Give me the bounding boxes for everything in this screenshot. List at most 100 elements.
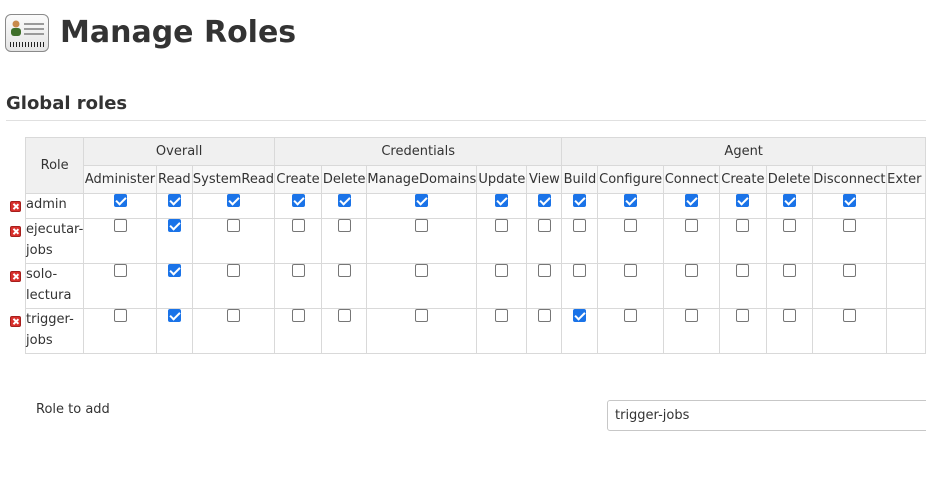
permission-cell — [83, 308, 157, 354]
permission-cell — [597, 193, 664, 219]
permission-cell — [321, 308, 368, 354]
remove-role-icon[interactable] — [10, 316, 21, 327]
permission-cell — [191, 263, 276, 309]
permission-checkbox[interactable] — [495, 219, 509, 232]
permission-cell — [719, 308, 767, 354]
permission-checkbox[interactable] — [782, 194, 796, 207]
permission-cell — [811, 193, 888, 219]
permission-checkbox[interactable] — [167, 194, 181, 207]
permission-checkbox[interactable] — [495, 194, 509, 207]
permission-checkbox[interactable] — [415, 194, 429, 207]
remove-role-icon[interactable] — [10, 271, 21, 282]
permission-checkbox[interactable] — [537, 309, 551, 322]
permission-checkbox[interactable] — [685, 219, 699, 232]
permission-checkbox[interactable] — [337, 264, 351, 277]
permission-cell — [476, 308, 528, 354]
permission-checkbox[interactable] — [573, 194, 587, 207]
permission-checkbox[interactable] — [415, 219, 429, 232]
permission-checkbox[interactable] — [291, 219, 305, 232]
permission-cell — [886, 263, 926, 309]
permission-header: Disconnect — [811, 165, 888, 194]
permission-checkbox[interactable] — [113, 309, 127, 322]
permission-checkbox[interactable] — [226, 309, 240, 322]
permission-checkbox[interactable] — [736, 219, 750, 232]
permission-checkbox[interactable] — [736, 264, 750, 277]
page-header: Manage Roles — [5, 10, 296, 56]
permission-checkbox[interactable] — [167, 264, 181, 277]
permission-cell — [83, 263, 157, 309]
permission-group-credentials: Credentials — [274, 137, 563, 166]
permission-cell — [886, 193, 926, 219]
permission-checkbox[interactable] — [226, 264, 240, 277]
permission-cell — [321, 193, 368, 219]
permission-checkbox[interactable] — [685, 194, 699, 207]
permission-cell — [719, 193, 767, 219]
permission-cell — [155, 218, 193, 264]
permission-checkbox[interactable] — [685, 309, 699, 322]
permission-checkbox[interactable] — [537, 194, 551, 207]
permission-checkbox[interactable] — [782, 309, 796, 322]
permission-cell — [811, 263, 888, 309]
permission-header: Create — [274, 165, 323, 194]
permission-checkbox[interactable] — [842, 309, 856, 322]
permission-cell — [274, 263, 323, 309]
permission-checkbox[interactable] — [736, 309, 750, 322]
permission-header: Update — [476, 165, 528, 194]
role-to-add-input[interactable] — [607, 400, 926, 431]
permission-cell — [561, 193, 599, 219]
person-icon — [11, 20, 21, 36]
page-title: Manage Roles — [60, 15, 297, 50]
permission-checkbox[interactable] — [291, 309, 305, 322]
remove-role-icon[interactable] — [10, 226, 21, 237]
permission-cell — [811, 308, 888, 354]
permission-cell — [597, 263, 664, 309]
permission-checkbox[interactable] — [782, 219, 796, 232]
permission-checkbox[interactable] — [624, 264, 638, 277]
permission-header: Connect — [662, 165, 721, 194]
permission-checkbox[interactable] — [842, 219, 856, 232]
permission-checkbox[interactable] — [624, 309, 638, 322]
permission-checkbox[interactable] — [495, 264, 509, 277]
remove-role-icon[interactable] — [10, 201, 21, 212]
id-badge-icon — [5, 14, 49, 52]
permission-checkbox[interactable] — [113, 194, 127, 207]
permission-checkbox[interactable] — [415, 264, 429, 277]
permission-checkbox[interactable] — [167, 309, 181, 322]
role-name: trigger-jobs — [24, 308, 85, 354]
permission-header: Administer — [83, 165, 157, 194]
permission-cell — [366, 308, 478, 354]
permission-checkbox[interactable] — [113, 219, 127, 232]
permission-cell — [366, 218, 478, 264]
permission-checkbox[interactable] — [685, 264, 699, 277]
permission-checkbox[interactable] — [624, 194, 638, 207]
permission-header: View — [526, 165, 563, 194]
permission-checkbox[interactable] — [291, 194, 305, 207]
permission-checkbox[interactable] — [415, 309, 429, 322]
permission-checkbox[interactable] — [226, 219, 240, 232]
permission-checkbox[interactable] — [337, 194, 351, 207]
permission-checkbox[interactable] — [842, 194, 856, 207]
permission-header: Configure — [597, 165, 664, 194]
permission-checkbox[interactable] — [337, 309, 351, 322]
permission-checkbox[interactable] — [573, 264, 587, 277]
permission-checkbox[interactable] — [782, 264, 796, 277]
permission-checkbox[interactable] — [113, 264, 127, 277]
permission-checkbox[interactable] — [537, 219, 551, 232]
permission-checkbox[interactable] — [167, 219, 181, 232]
permission-checkbox[interactable] — [736, 194, 750, 207]
permission-checkbox[interactable] — [537, 264, 551, 277]
permission-checkbox[interactable] — [573, 309, 587, 322]
permission-checkbox[interactable] — [495, 309, 509, 322]
permission-header: ManageDomains — [366, 165, 478, 194]
role-row: solo-lectura — [24, 263, 926, 309]
permission-checkbox[interactable] — [573, 219, 587, 232]
permission-checkbox[interactable] — [842, 264, 856, 277]
permission-cell — [191, 308, 276, 354]
permission-cell — [526, 263, 563, 309]
permission-checkbox[interactable] — [337, 219, 351, 232]
section-divider — [6, 120, 926, 121]
permission-checkbox[interactable] — [624, 219, 638, 232]
permission-checkbox[interactable] — [226, 194, 240, 207]
permission-cell — [597, 218, 664, 264]
permission-checkbox[interactable] — [291, 264, 305, 277]
